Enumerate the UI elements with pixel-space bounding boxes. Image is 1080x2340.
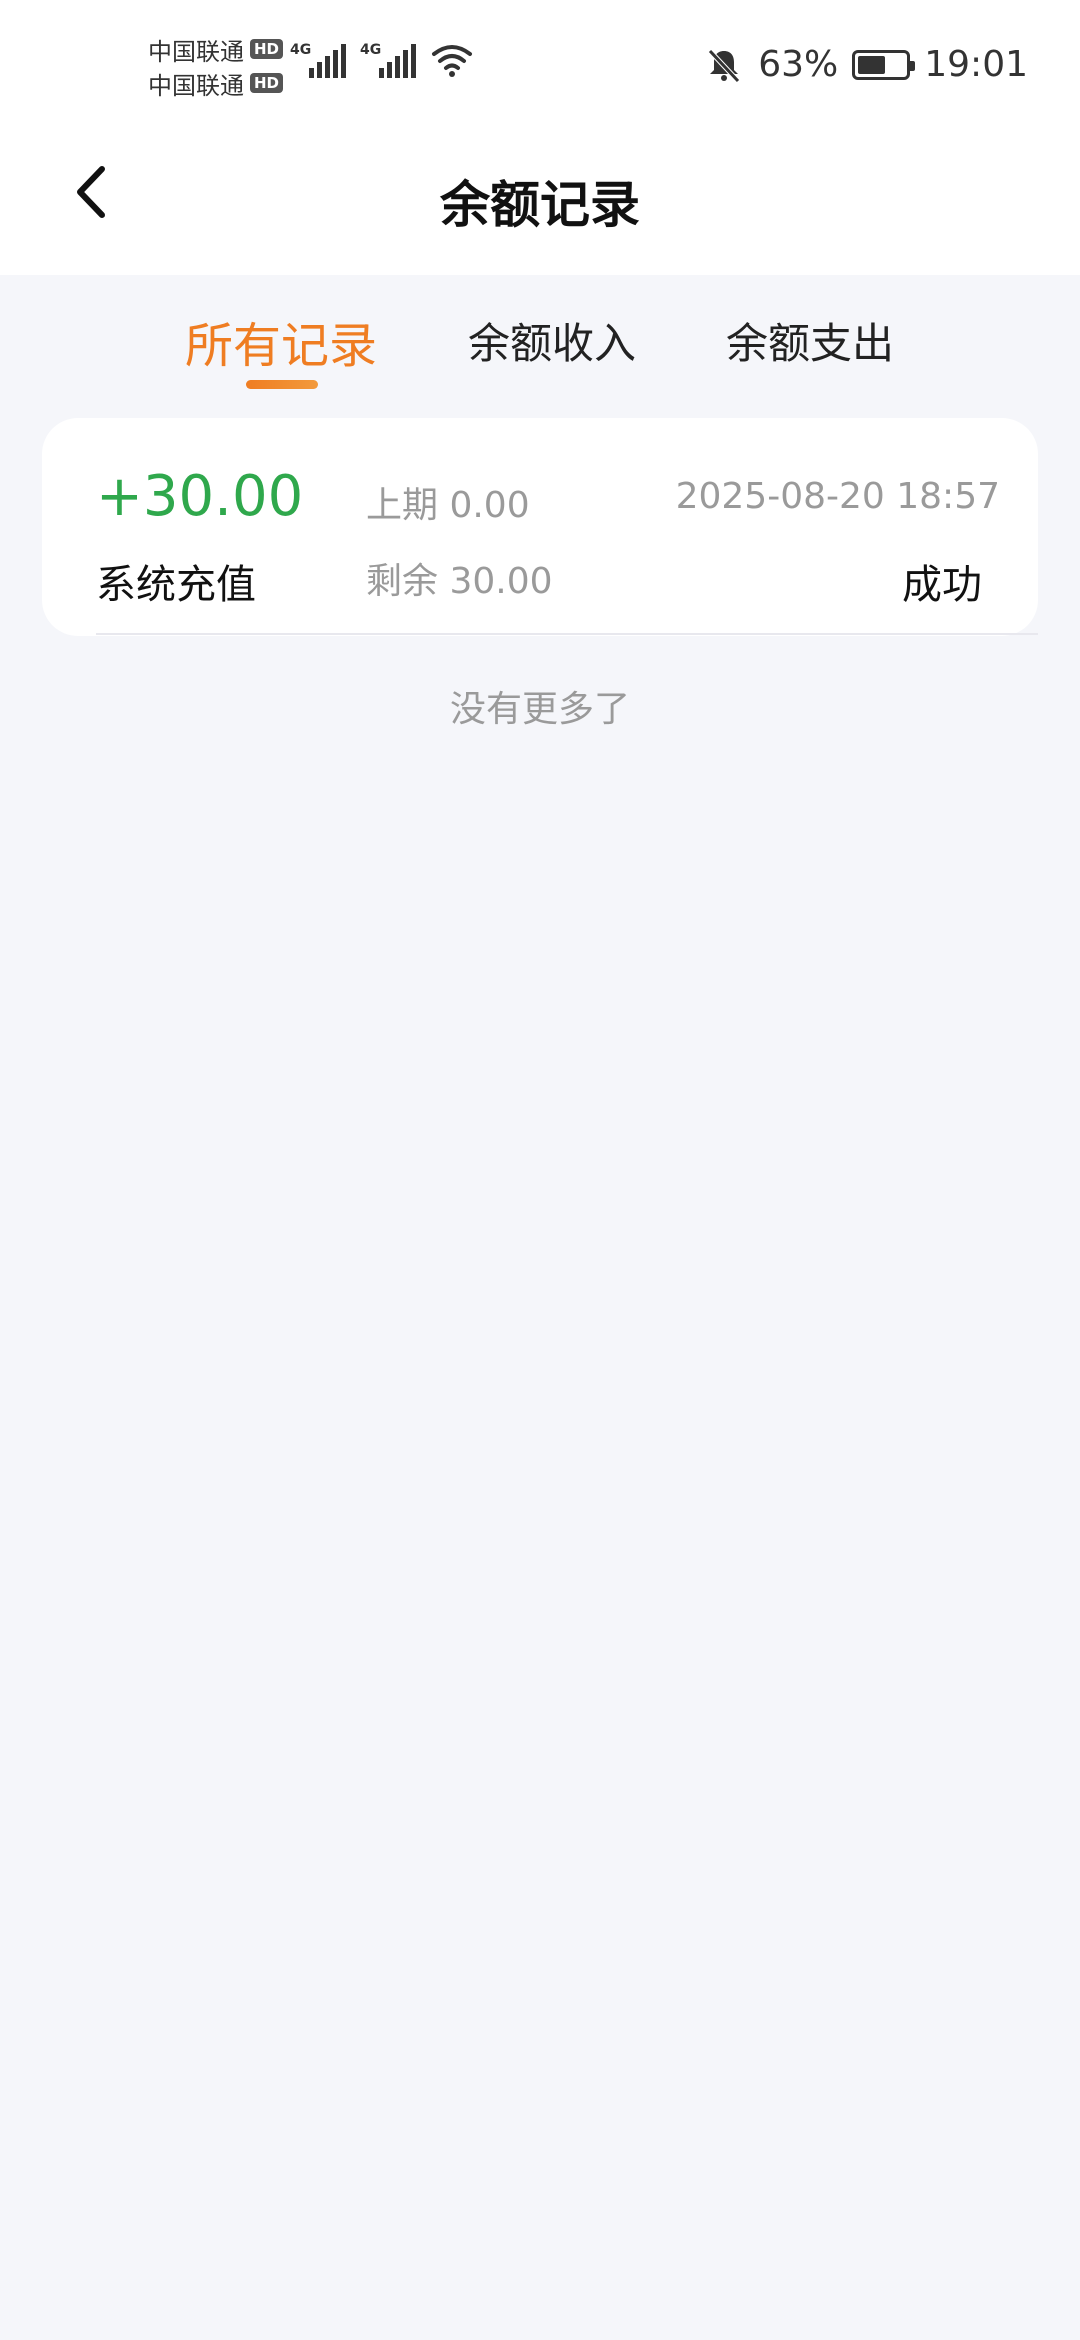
record-time: 2025-08-20 18:57: [675, 476, 1000, 517]
page-title: 余额记录: [440, 176, 640, 234]
signal-indicators: 4G 4G: [290, 38, 474, 82]
top-app-bar: 余额记录: [0, 125, 1080, 275]
hd-badge: HD: [250, 73, 284, 93]
carrier-info: 中国联通 HD 中国联通 HD: [148, 32, 284, 100]
carrier-row: 中国联通 HD: [148, 32, 284, 66]
record-type: 系统充值: [96, 562, 256, 608]
record-remaining-balance: 剩余 30.00: [366, 561, 553, 602]
balance-records-page: 中国联通 HD 中国联通 HD 4G 4G 63% 19:01 余额记录 所有记…: [0, 0, 1080, 2340]
record-status: 成功: [902, 562, 982, 608]
tab-balance-expense[interactable]: 余额支出: [726, 310, 894, 371]
end-of-list-text: 没有更多了: [449, 689, 630, 730]
carrier-name: 中国联通: [148, 37, 244, 66]
tab-balance-income[interactable]: 余额收入: [468, 310, 636, 371]
mute-bell-icon: [708, 48, 741, 83]
record-previous-balance: 上期 0.00: [366, 485, 530, 526]
active-tab-indicator: [246, 380, 318, 389]
battery-percentage: 63%: [758, 44, 839, 85]
hd-badge: HD: [250, 39, 284, 59]
carrier-row: 中国联通 HD: [148, 66, 284, 100]
wifi-icon: [432, 45, 472, 77]
tab-all-records[interactable]: 所有记录: [185, 306, 377, 376]
status-right: 63% 19:01: [704, 44, 1028, 85]
signal-icon: 4G: [360, 38, 416, 82]
carrier-name: 中国联通: [148, 71, 244, 100]
list-divider: [96, 633, 1038, 635]
status-bar: 中国联通 HD 中国联通 HD 4G 4G 63% 19:01: [0, 0, 1080, 125]
status-time: 19:01: [924, 44, 1028, 85]
battery-fill: [858, 55, 885, 74]
record-filter-tabs: 所有记录 余额收入 余额支出: [0, 300, 1080, 400]
record-amount: +30.00: [96, 464, 304, 529]
signal-icon: 4G: [290, 38, 346, 82]
record-list-item[interactable]: +30.00 系统充值 上期 0.00 剩余 30.00 2025-08-20 …: [42, 418, 1038, 636]
battery-icon: [852, 49, 916, 80]
